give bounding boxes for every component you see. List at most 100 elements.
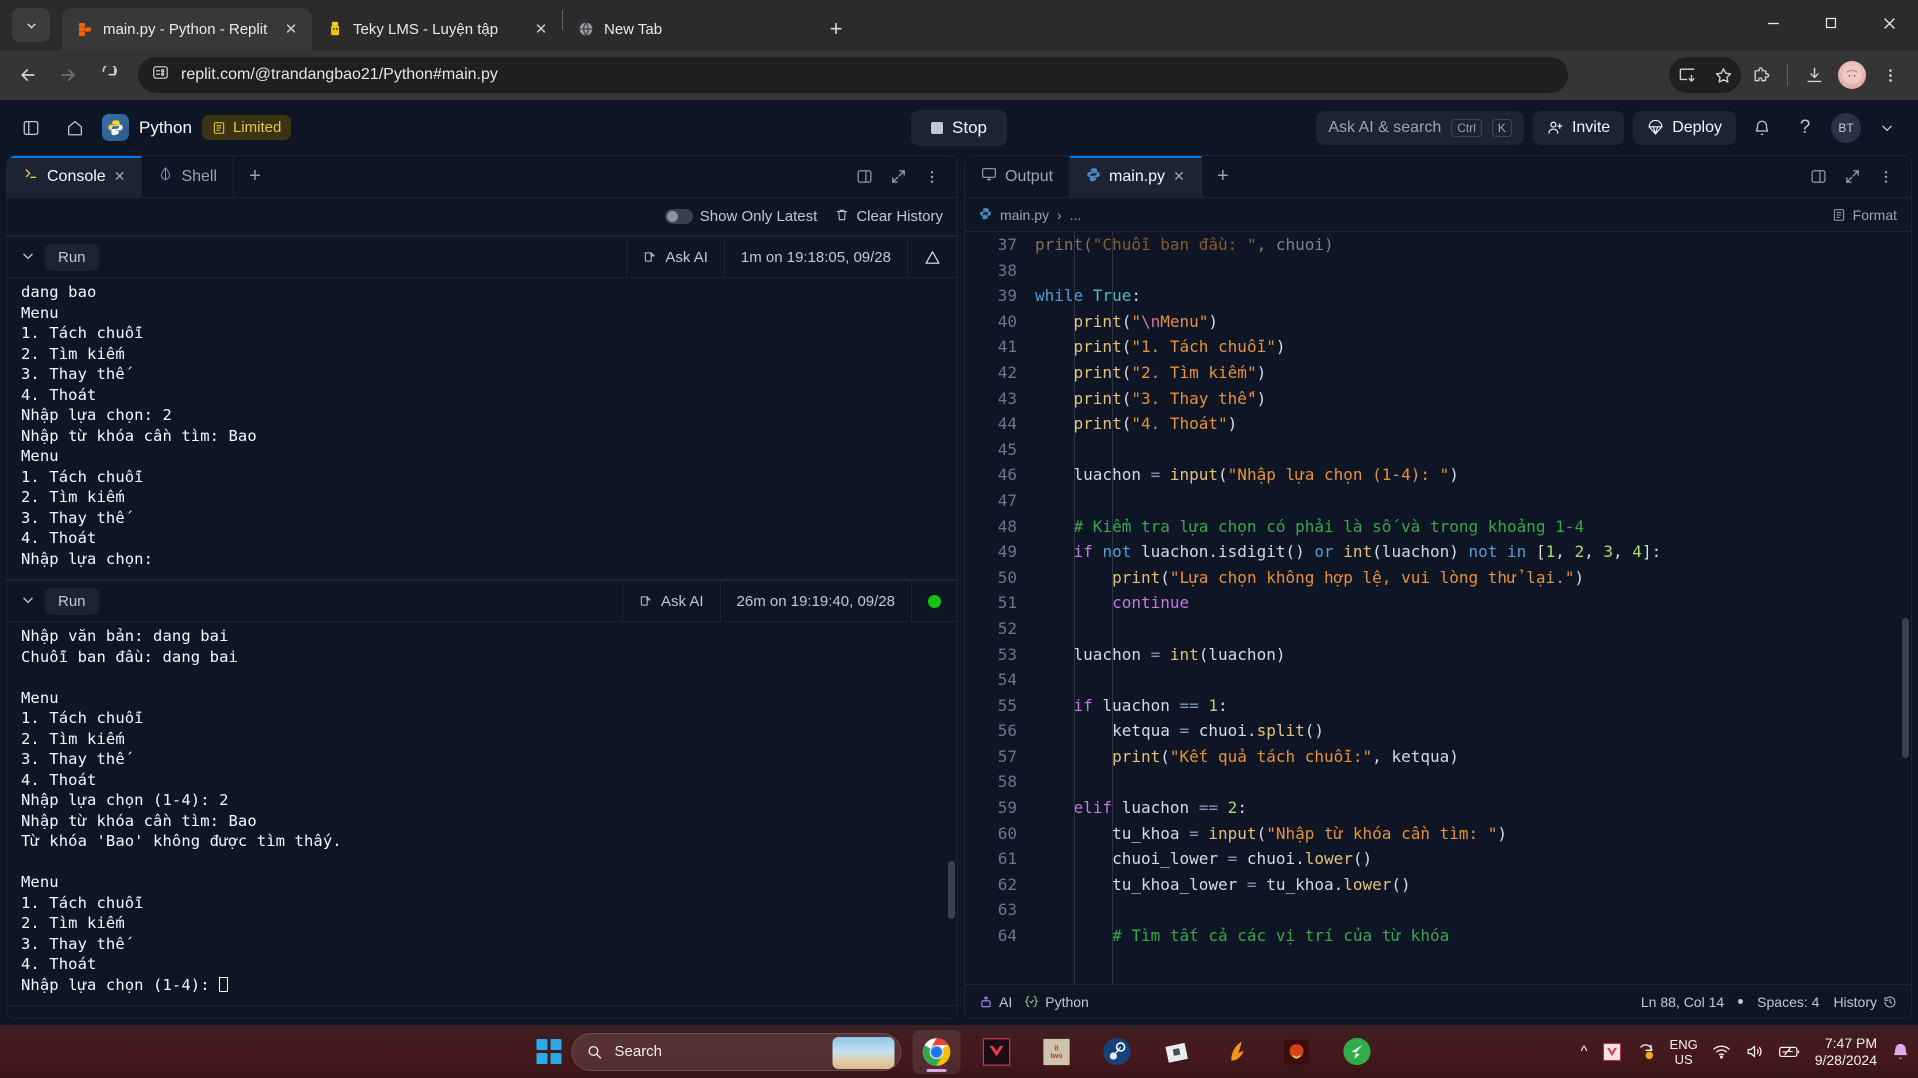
code-line[interactable]: # Tìm tất cả các vị trí của từ khóa (1035, 923, 1911, 949)
extensions-icon[interactable] (1743, 57, 1779, 93)
chevron-down-icon[interactable] (21, 249, 35, 266)
forward-icon[interactable] (50, 57, 86, 93)
taskbar-app-garena[interactable] (1333, 1030, 1381, 1074)
spaces-setting[interactable]: Spaces: 4 (1757, 994, 1819, 1010)
battery-icon[interactable] (1778, 1042, 1801, 1061)
editor-scrollbar-thumb[interactable] (1902, 618, 1909, 758)
code-line[interactable]: print("1. Tách chuỗi") (1035, 334, 1911, 360)
pane-menu-icon[interactable] (917, 162, 947, 192)
reload-icon[interactable] (90, 57, 126, 93)
code-content[interactable]: print("Chuỗi ban đầu: ", chuoi) while Tr… (1031, 232, 1911, 984)
back-icon[interactable] (10, 57, 46, 93)
tray-update-icon[interactable] (1636, 1042, 1656, 1062)
add-console-tab-button[interactable]: + (234, 156, 276, 197)
code-line[interactable]: print("3. Thay thế") (1035, 386, 1911, 412)
avatar[interactable] (1834, 57, 1870, 93)
console-scrollbar-thumb[interactable] (948, 861, 955, 919)
chevron-down-icon[interactable] (21, 593, 35, 610)
tab-shell[interactable]: Shell (142, 156, 235, 197)
code-line[interactable]: # Kiểm tra lựa chọn có phải là số và tro… (1035, 514, 1911, 540)
code-line[interactable]: luachon = int(luachon) (1035, 642, 1911, 668)
bookmark-star-icon[interactable] (1705, 57, 1741, 93)
browser-tab-2[interactable]: New Tab (563, 8, 813, 50)
ask-ai-button[interactable]: Ask AI (622, 580, 720, 622)
invite-button[interactable]: Invite (1532, 110, 1625, 145)
format-button[interactable]: Format (1832, 207, 1897, 223)
chrome-menu-icon[interactable] (1872, 57, 1908, 93)
code-line[interactable]: tu_khoa_lower = tu_khoa.lower() (1035, 872, 1911, 898)
close-window-button[interactable] (1860, 0, 1918, 46)
deploy-button[interactable]: Deploy (1633, 110, 1736, 145)
code-line[interactable]: print("Kết quả tách chuỗi:", ketqua) (1035, 744, 1911, 770)
breadcrumb-file[interactable]: main.py (1000, 207, 1049, 223)
code-line[interactable] (1035, 897, 1911, 923)
add-editor-tab-button[interactable]: + (1202, 156, 1244, 197)
volume-icon[interactable] (1745, 1042, 1764, 1061)
close-icon[interactable]: ✕ (1173, 168, 1185, 185)
tab-main-py[interactable]: main.py ✕ (1070, 156, 1202, 197)
install-app-icon[interactable] (1669, 57, 1705, 93)
taskbar-app-valorant[interactable] (973, 1030, 1021, 1074)
taskbar-app-genshin[interactable] (1213, 1030, 1261, 1074)
cursor-position[interactable]: Ln 88, Col 14 (1641, 994, 1724, 1010)
taskbar-app-it-takes-two[interactable]: it two (1033, 1030, 1081, 1074)
minimize-button[interactable] (1744, 0, 1802, 46)
taskbar-app-roblox[interactable] (1153, 1030, 1201, 1074)
language-status[interactable]: Python (1024, 994, 1089, 1010)
code-line[interactable]: continue (1035, 590, 1911, 616)
code-line[interactable]: if not luachon.isdigit() or int(luachon)… (1035, 539, 1911, 565)
limited-badge[interactable]: Limited (201, 115, 292, 140)
tab-output[interactable]: Output (965, 156, 1071, 197)
code-line[interactable] (1035, 488, 1911, 514)
help-icon[interactable]: ? (1788, 111, 1822, 145)
code-line[interactable]: if luachon == 1: (1035, 693, 1911, 719)
taskbar-search[interactable]: Search (571, 1032, 902, 1071)
code-line[interactable]: chuoi_lower = chuoi.lower() (1035, 846, 1911, 872)
new-tab-button[interactable]: + (819, 12, 853, 46)
ask-ai-button[interactable]: Ask AI (626, 236, 724, 278)
show-only-latest-toggle[interactable]: Show Only Latest (664, 208, 817, 225)
ai-status-button[interactable]: AI (979, 994, 1012, 1010)
chevron-down-icon[interactable] (1870, 111, 1904, 145)
notification-bell-icon[interactable] (1891, 1042, 1910, 1061)
close-icon[interactable]: ✕ (114, 168, 126, 185)
code-line[interactable]: luachon = input("Nhập lựa chọn (1-4): ") (1035, 462, 1911, 488)
code-line[interactable] (1035, 616, 1911, 642)
taskbar-app-game[interactable] (1273, 1030, 1321, 1074)
tab-search-button[interactable] (12, 8, 50, 42)
code-line[interactable]: ketqua = chuoi.split() (1035, 718, 1911, 744)
code-line[interactable] (1035, 769, 1911, 795)
code-line[interactable]: elif luachon == 2: (1035, 795, 1911, 821)
clear-history-button[interactable]: Clear History (835, 208, 943, 226)
home-icon[interactable] (58, 111, 92, 145)
downloads-icon[interactable] (1796, 57, 1832, 93)
split-pane-icon[interactable] (849, 162, 879, 192)
history-button[interactable]: History (1833, 994, 1897, 1010)
browser-tab-0[interactable]: main.py - Python - Replit ✕ (62, 8, 312, 50)
code-line[interactable]: print("\nMenu") (1035, 309, 1911, 335)
start-button[interactable] (536, 1039, 562, 1064)
close-icon[interactable]: ✕ (530, 18, 552, 40)
console-scrollbar-track[interactable] (948, 236, 955, 1014)
code-line[interactable] (1035, 258, 1911, 284)
code-line[interactable]: while True: (1035, 283, 1911, 309)
clock[interactable]: 7:47 PM 9/28/2024 (1815, 1035, 1877, 1069)
site-info-icon[interactable] (152, 64, 169, 86)
notifications-bell-icon[interactable] (1745, 111, 1779, 145)
code-line[interactable]: print("Lựa chọn không hợp lệ, vui lòng t… (1035, 565, 1911, 591)
tray-valorant-icon[interactable] (1602, 1042, 1622, 1062)
maximize-pane-icon[interactable] (1837, 162, 1867, 192)
editor-scrollbar-track[interactable] (1902, 258, 1909, 980)
show-hidden-icons-chevron[interactable]: ^ (1580, 1043, 1587, 1060)
address-bar[interactable]: replit.com/@trandangbao21/Python#main.py (138, 57, 1568, 93)
console-output-area[interactable]: Run Ask AI 1m on 19:18:05, 09/28 dang ba… (7, 236, 957, 1018)
project-name[interactable]: Python (139, 118, 192, 138)
user-avatar[interactable]: BT (1831, 112, 1861, 143)
pane-menu-icon[interactable] (1871, 162, 1901, 192)
wifi-icon[interactable] (1712, 1042, 1731, 1061)
close-icon[interactable]: ✕ (280, 18, 302, 40)
sidebar-toggle-icon[interactable] (14, 111, 48, 145)
code-line[interactable]: print("4. Thoát") (1035, 411, 1911, 437)
code-line[interactable] (1035, 437, 1911, 463)
run-label[interactable]: Run (45, 243, 99, 271)
